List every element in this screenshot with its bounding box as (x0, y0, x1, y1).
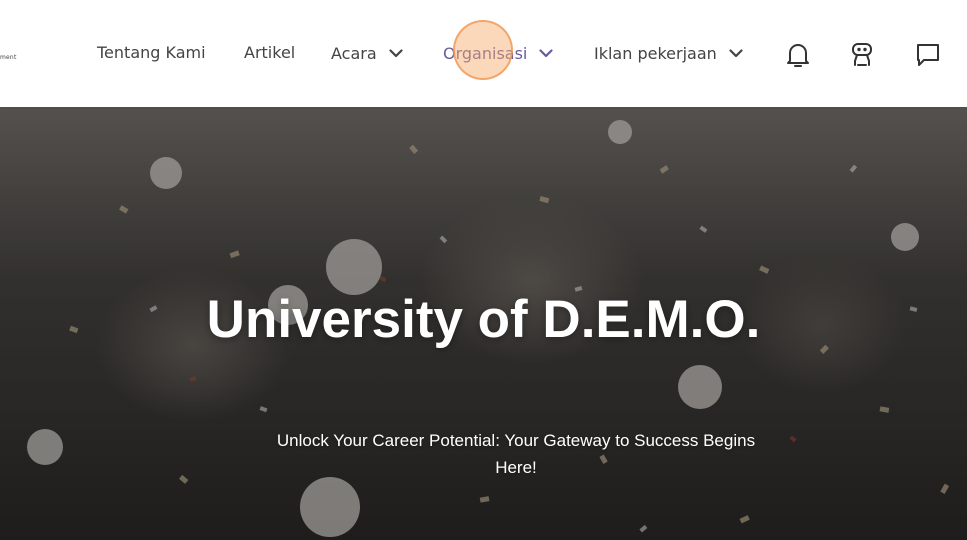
nav-item-articles[interactable]: Artikel (244, 41, 295, 63)
nav-item-label: Acara (331, 43, 377, 63)
nav-item-organizations[interactable]: Organisasi (443, 42, 553, 64)
nav-item-about[interactable]: Tentang Kami (97, 41, 206, 63)
chevron-down-icon (729, 48, 743, 58)
robot-icon[interactable] (847, 40, 877, 70)
logo-text[interactable]: ment (0, 54, 17, 61)
top-navbar: ment Tentang Kami Artikel Acara Organisa… (0, 0, 967, 107)
nav-item-label: Organisasi (443, 43, 528, 63)
nav-item-label: Iklan pekerjaan (594, 43, 717, 63)
chevron-down-icon (389, 48, 403, 58)
nav-item-events[interactable]: Acara (331, 42, 403, 64)
hero-title: University of D.E.M.O. (206, 290, 761, 349)
bell-icon[interactable] (783, 40, 813, 70)
nav-item-label: Tentang Kami (97, 42, 206, 62)
nav-item-jobs[interactable]: Iklan pekerjaan (594, 42, 743, 64)
chevron-down-icon (539, 48, 553, 58)
chat-icon[interactable] (913, 40, 943, 70)
nav-item-label: Artikel (244, 42, 296, 62)
hero-subtitle: Unlock Your Career Potential: Your Gatew… (276, 431, 756, 477)
hero-banner: University of D.E.M.O. Unlock Your Caree… (0, 107, 967, 540)
